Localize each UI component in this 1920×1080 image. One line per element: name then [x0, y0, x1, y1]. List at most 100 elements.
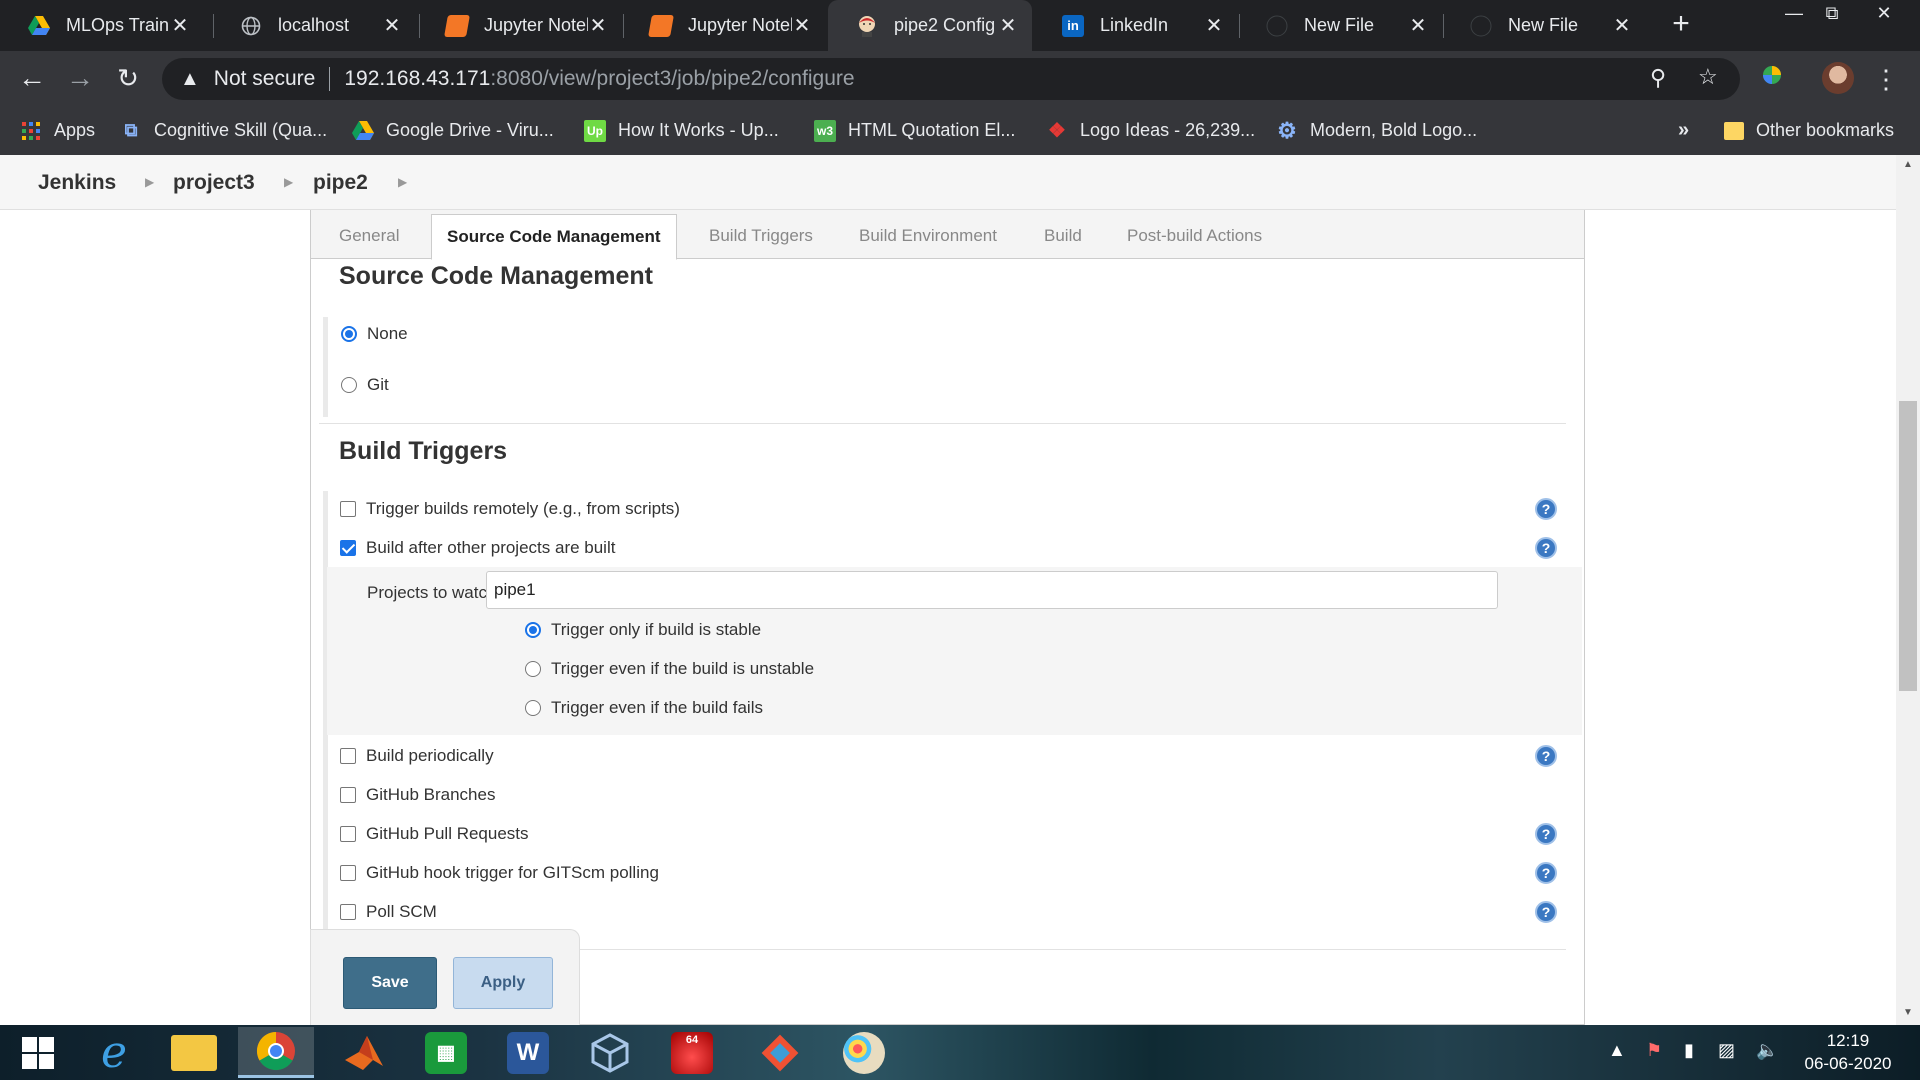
browser-tab[interactable]: Jupyter Notel ✕ — [418, 0, 622, 51]
tab-build[interactable]: Build — [1044, 226, 1082, 246]
virtualbox-icon[interactable] — [572, 1027, 648, 1078]
checkbox[interactable] — [340, 787, 356, 803]
chrome-icon[interactable] — [238, 1027, 314, 1078]
breadcrumb-project3[interactable]: project3 — [173, 171, 255, 195]
matlab-icon[interactable] — [326, 1027, 402, 1078]
close-tab-icon[interactable]: ✕ — [170, 13, 190, 38]
close-tab-icon[interactable]: ✕ — [382, 13, 402, 38]
github-branches-checkbox-row[interactable]: GitHub Branches — [340, 785, 495, 805]
zoom-icon[interactable]: ⚲ — [1650, 65, 1666, 91]
new-tab-button[interactable]: + — [1664, 8, 1698, 42]
close-tab-icon[interactable]: ✕ — [792, 13, 812, 38]
checkbox[interactable] — [340, 540, 356, 556]
help-icon[interactable]: ? — [1535, 745, 1557, 767]
git-diamond-icon[interactable] — [742, 1027, 818, 1078]
help-icon[interactable]: ? — [1535, 901, 1557, 923]
breadcrumb-pipe2[interactable]: pipe2 — [313, 171, 368, 195]
internet-explorer-icon[interactable]: e — [76, 1027, 152, 1078]
bookmark-item[interactable]: w3 HTML Quotation El... — [814, 106, 1015, 155]
forward-arrow-icon[interactable]: → — [64, 63, 96, 95]
browser-tab[interactable]: New File ✕ — [1238, 0, 1442, 51]
bookmark-item[interactable]: ❖ Logo Ideas - 26,239... — [1046, 106, 1255, 155]
bookmark-item[interactable]: ⚙ Modern, Bold Logo... — [1276, 106, 1477, 155]
bookmark-item[interactable]: Google Drive - Viru... — [352, 106, 554, 155]
close-tab-icon[interactable]: ✕ — [1612, 13, 1632, 38]
browser-menu-icon[interactable]: ⋮ — [1870, 63, 1902, 95]
close-tab-icon[interactable]: ✕ — [1204, 13, 1224, 38]
battery-icon[interactable]: ▮ — [1684, 1040, 1694, 1061]
radio-button[interactable] — [525, 700, 541, 716]
tab-post-build-actions[interactable]: Post-build Actions — [1127, 226, 1262, 246]
taskbar-clock[interactable]: 12:19 06-06-2020 — [1788, 1029, 1908, 1075]
network-signal-icon[interactable]: ▨ — [1718, 1040, 1735, 1061]
extension-icon[interactable] — [1756, 63, 1788, 95]
browser-tab[interactable]: Jupyter Notel ✕ — [622, 0, 826, 51]
page-scrollbar[interactable]: ▲ ▼ — [1896, 155, 1920, 1025]
address-bar[interactable]: ▲ Not secure 192.168.43.171:8080/view/pr… — [162, 58, 1740, 100]
github-hook-trigger-checkbox-row[interactable]: GitHub hook trigger for GITScm polling — [340, 863, 659, 883]
restore-window-icon[interactable]: ⧉ — [1810, 0, 1854, 28]
browser-tab[interactable]: New File ✕ — [1442, 0, 1646, 51]
projects-to-watch-input[interactable] — [486, 571, 1498, 609]
radio-button[interactable] — [341, 377, 357, 393]
help-icon[interactable]: ? — [1535, 862, 1557, 884]
scm-option-none[interactable]: None — [341, 324, 408, 344]
redhat-64-icon[interactable]: 64 — [654, 1027, 730, 1078]
other-bookmarks[interactable]: Other bookmarks — [1724, 106, 1894, 155]
browser-tab[interactable]: MLOps Trainin ✕ — [0, 0, 204, 51]
build-periodically-checkbox-row[interactable]: Build periodically — [340, 746, 494, 766]
breadcrumb-jenkins[interactable]: Jenkins — [38, 171, 116, 195]
help-icon[interactable]: ? — [1535, 823, 1557, 845]
tab-build-environment[interactable]: Build Environment — [859, 226, 997, 246]
chevron-right-icon[interactable]: ▶ — [284, 175, 293, 189]
scroll-up-arrow-icon[interactable]: ▲ — [1896, 159, 1920, 170]
checkbox[interactable] — [340, 865, 356, 881]
volume-icon[interactable]: 🔈 — [1756, 1040, 1778, 1061]
profile-avatar[interactable] — [1822, 62, 1854, 94]
bookmark-star-icon[interactable]: ☆ — [1698, 64, 1718, 90]
show-hidden-icons-icon[interactable]: ▲ — [1608, 1040, 1626, 1061]
build-after-other-projects-checkbox-row[interactable]: Build after other projects are built — [340, 538, 615, 558]
file-explorer-icon[interactable] — [156, 1027, 232, 1078]
tab-build-triggers[interactable]: Build Triggers — [709, 226, 813, 246]
action-center-flag-icon[interactable]: ⚑ — [1646, 1040, 1662, 1061]
bookmark-item[interactable]: ⧉ Cognitive Skill (Qua... — [120, 106, 328, 155]
scroll-down-arrow-icon[interactable]: ▼ — [1896, 1007, 1920, 1018]
radio-button[interactable] — [525, 622, 541, 638]
chevron-right-icon[interactable]: ▶ — [145, 175, 154, 189]
trigger-condition-fails[interactable]: Trigger even if the build fails — [525, 698, 763, 718]
browser-tab-active[interactable]: pipe2 Config ✕ — [828, 0, 1032, 51]
close-tab-icon[interactable]: ✕ — [998, 13, 1018, 38]
trigger-condition-unstable[interactable]: Trigger even if the build is unstable — [525, 659, 814, 679]
bookmark-item[interactable]: Up How It Works - Up... — [584, 106, 779, 155]
more-bookmarks-icon[interactable]: » — [1678, 106, 1689, 155]
chevron-right-icon[interactable]: ▶ — [398, 175, 407, 189]
browser-tab[interactable]: localhost ✕ — [212, 0, 416, 51]
tab-source-code-management[interactable]: Source Code Management — [431, 214, 677, 260]
help-icon[interactable]: ? — [1535, 498, 1557, 520]
trigger-remote-checkbox-row[interactable]: Trigger builds remotely (e.g., from scri… — [340, 499, 680, 519]
apply-button[interactable]: Apply — [453, 957, 553, 1009]
browser-tab[interactable]: in LinkedIn ✕ — [1034, 0, 1238, 51]
word-icon[interactable]: W — [490, 1027, 566, 1078]
back-arrow-icon[interactable]: ← — [16, 63, 48, 95]
close-window-icon[interactable]: ✕ — [1862, 0, 1906, 28]
radio-button[interactable] — [341, 326, 357, 342]
checkbox[interactable] — [340, 826, 356, 842]
radio-button[interactable] — [525, 661, 541, 677]
paint-icon[interactable] — [826, 1027, 902, 1078]
github-pull-requests-checkbox-row[interactable]: GitHub Pull Requests — [340, 824, 529, 844]
save-button[interactable]: Save — [343, 957, 437, 1009]
bookmark-apps[interactable]: Apps — [20, 106, 95, 155]
help-icon[interactable]: ? — [1535, 537, 1557, 559]
checkbox[interactable] — [340, 501, 356, 517]
poll-scm-checkbox-row[interactable]: Poll SCM — [340, 902, 437, 922]
checkbox[interactable] — [340, 748, 356, 764]
windows-start-icon[interactable] — [0, 1027, 76, 1078]
scrollbar-thumb[interactable] — [1899, 401, 1917, 691]
microsoft-store-icon[interactable]: ▦ — [408, 1027, 484, 1078]
reload-icon[interactable]: ↻ — [112, 63, 144, 95]
trigger-condition-stable[interactable]: Trigger only if build is stable — [525, 620, 761, 640]
close-tab-icon[interactable]: ✕ — [588, 13, 608, 38]
close-tab-icon[interactable]: ✕ — [1408, 13, 1428, 38]
